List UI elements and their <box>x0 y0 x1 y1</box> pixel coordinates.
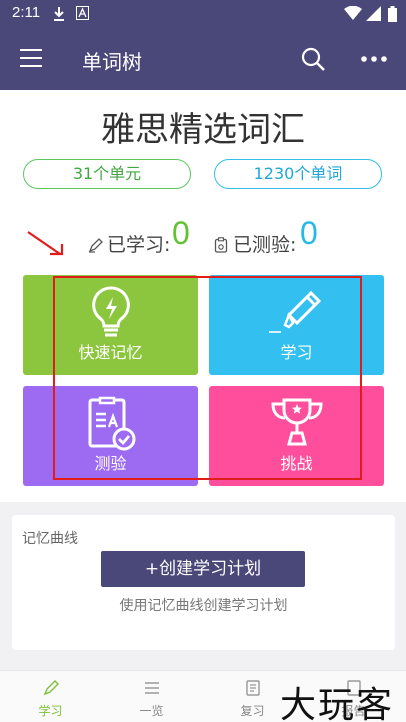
more-options-icon[interactable] <box>360 46 388 72</box>
tested-count: 0 <box>300 215 318 251</box>
create-plan-button[interactable]: +创建学习计划 <box>101 551 305 587</box>
units-badge[interactable]: 31个单元 <box>23 159 191 189</box>
annotation-highlight-box <box>53 276 362 480</box>
pencil-icon <box>88 238 103 253</box>
memory-curve-card: 记忆曲线 +创建学习计划 使用记忆曲线创建学习计划 <box>12 515 395 650</box>
signal-icon <box>366 6 381 21</box>
nav-label: 一览 <box>139 704 164 718</box>
menu-icon[interactable] <box>20 49 42 67</box>
status-bar: 2:11 <box>0 0 406 28</box>
book-title: 雅思精选词汇 <box>101 110 305 150</box>
nav-item-overview[interactable]: 一览 <box>101 671 202 722</box>
nav-label: 学习 <box>38 704 63 718</box>
tested-label: 已测验: <box>233 234 297 256</box>
watermark-logo: 大玩客 <box>280 685 395 722</box>
memory-curve-title: 记忆曲线 <box>22 531 78 547</box>
wifi-icon <box>344 6 362 20</box>
status-time: 2:11 <box>12 4 41 21</box>
app-title: 单词树 <box>82 50 142 74</box>
clipboard-icon <box>214 237 228 253</box>
pencil-icon <box>43 680 59 696</box>
list-icon <box>144 682 159 694</box>
download-icon <box>54 7 64 21</box>
search-icon[interactable] <box>300 46 326 72</box>
learned-count: 0 <box>172 215 190 251</box>
app-notification-icon <box>76 6 89 20</box>
nav-item-learn[interactable]: 学习 <box>0 671 101 722</box>
memory-curve-hint: 使用记忆曲线创建学习计划 <box>119 598 288 614</box>
stats-row: 已学习: 0 已测验: 0 <box>0 215 406 265</box>
document-icon <box>245 680 260 696</box>
learned-label: 已学习: <box>107 234 171 256</box>
words-badge[interactable]: 1230个单词 <box>214 159 382 189</box>
battery-icon <box>388 6 397 22</box>
app-bar: 单词树 <box>0 28 406 90</box>
